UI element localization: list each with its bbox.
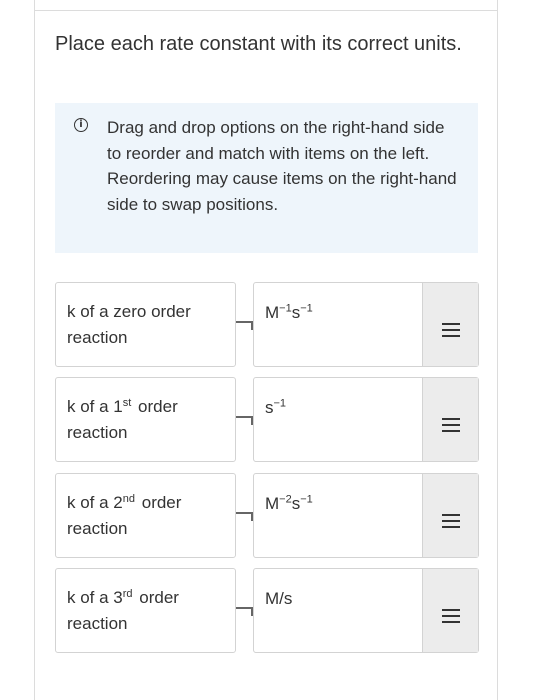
unit-text: M/s — [265, 589, 293, 608]
drag-handle-icon[interactable] — [422, 283, 478, 366]
rate-constant-item: k of a 2nd order reaction — [55, 473, 236, 558]
match-row: k of a 3rd order reaction M/s — [55, 568, 479, 653]
question-text: Place each rate constant with its correc… — [55, 33, 462, 55]
rate-constant-item: k of a 1st order reaction — [55, 377, 236, 462]
match-row: k of a 2nd order reaction M−2s−1 — [55, 473, 479, 558]
unit-text: M−2s−1 — [265, 493, 313, 513]
rate-constant-item: k of a 3rd order reaction — [55, 568, 236, 653]
drag-handle-icon[interactable] — [422, 378, 478, 461]
drag-handle-icon[interactable] — [422, 474, 478, 557]
rate-constant-item: k of a zero order reaction — [55, 282, 236, 367]
info-note: Reordering may cause items on the right-… — [107, 169, 457, 214]
info-box: i Drag and drop options on the right-han… — [55, 103, 478, 253]
draggable-unit-option[interactable]: s−1 — [253, 377, 479, 462]
match-connector — [236, 321, 253, 330]
unit-text: s−1 — [265, 397, 287, 417]
draggable-unit-option[interactable]: M−2s−1 — [253, 473, 479, 558]
unit-text: M−1s−1 — [265, 302, 313, 322]
drag-handle-icon[interactable] — [422, 569, 478, 652]
match-row: k of a 1st order reaction s−1 — [55, 377, 479, 462]
info-instruction: Drag and drop options on the right-hand … — [107, 118, 445, 163]
match-connector — [236, 416, 253, 425]
draggable-unit-option[interactable]: M−1s−1 — [253, 282, 479, 367]
info-icon: i — [74, 118, 88, 132]
match-connector — [236, 607, 253, 616]
match-connector — [236, 512, 253, 521]
match-row: k of a zero order reaction M−1s−1 — [55, 282, 479, 367]
question-card: Place each rate constant with its correc… — [34, 0, 498, 700]
draggable-unit-option[interactable]: M/s — [253, 568, 479, 653]
card-top-divider — [35, 10, 497, 11]
